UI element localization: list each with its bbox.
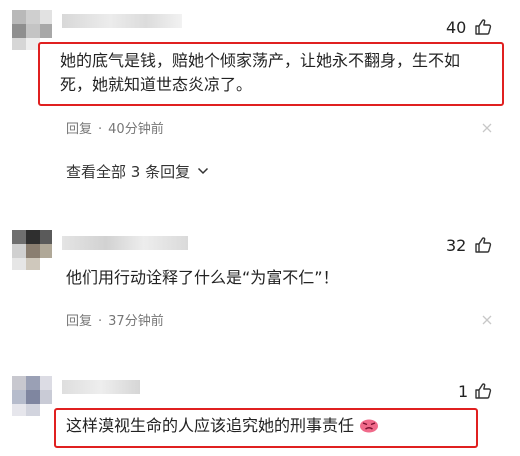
timestamp: 40分钟前 xyxy=(108,122,164,137)
reply-button[interactable]: 回复 xyxy=(66,122,92,137)
comment-text: 他们用行动诠释了什么是“为富不仁”！ xyxy=(66,268,339,287)
comment-meta: 回复 · 37分钟前 xyxy=(66,310,164,329)
username-blurred[interactable] xyxy=(62,236,188,250)
comment-text: 她的底气是钱，赔她个倾家荡产，让她永不翻身，生不如死，她就知道世态炎凉了。 xyxy=(60,51,461,94)
username-blurred[interactable] xyxy=(62,14,182,28)
like-count: 1 xyxy=(458,382,469,401)
thumbs-up-icon[interactable] xyxy=(474,18,492,36)
close-icon[interactable] xyxy=(482,123,492,133)
angry-face-emoji xyxy=(360,419,379,433)
thumbs-up-icon[interactable] xyxy=(474,236,492,254)
separator-dot: · xyxy=(98,314,103,329)
view-all-replies-button[interactable]: 查看全部 3 条回复 xyxy=(66,161,209,182)
separator-dot: · xyxy=(98,122,103,137)
chevron-down-icon xyxy=(197,167,208,175)
thumbs-up-icon[interactable] xyxy=(474,382,492,400)
close-icon[interactable] xyxy=(482,315,492,325)
avatar[interactable] xyxy=(12,230,52,270)
like-count: 40 xyxy=(446,18,467,37)
view-all-replies-label: 查看全部 3 条回复 xyxy=(66,163,191,181)
timestamp: 37分钟前 xyxy=(108,314,164,329)
comment-text: 这样漠视生命的人应该追究她的刑事责任 xyxy=(66,416,355,435)
avatar[interactable] xyxy=(12,376,52,416)
comment-1: 40 她的底气是钱，赔她个倾家荡产，让她永不翻身，生不如死，她就知道世态炎凉了。… xyxy=(0,0,520,190)
reply-button[interactable]: 回复 xyxy=(66,314,92,329)
comment-3: 1 这样漠视生命的人应该追究她的刑事责任 xyxy=(0,368,520,456)
username-blurred[interactable] xyxy=(62,380,140,394)
comment-2: 32 他们用行动诠释了什么是“为富不仁”！ 回复 · 37分钟前 xyxy=(0,226,520,336)
comment-text-line: 这样漠视生命的人应该追究她的刑事责任 xyxy=(66,414,466,438)
like-count: 32 xyxy=(446,236,467,255)
comment-meta: 回复 · 40分钟前 xyxy=(66,118,164,137)
